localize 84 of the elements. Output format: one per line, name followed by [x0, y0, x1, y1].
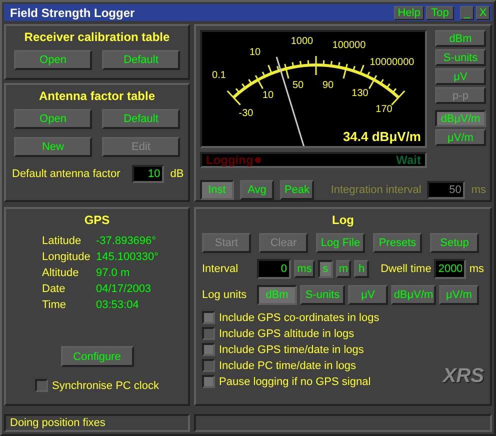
- window-title: Field Strength Logger: [10, 6, 136, 20]
- panel-button[interactable]: Default: [102, 109, 180, 129]
- minimize-button[interactable]: _: [460, 6, 474, 20]
- status-bar-cell: Doing position fixes: [4, 414, 190, 432]
- titlebar-button[interactable]: Top: [426, 6, 454, 20]
- dwell-field[interactable]: 2000: [434, 259, 466, 279]
- unit-button[interactable]: μV/m: [435, 129, 486, 146]
- panel-button[interactable]: Open: [14, 50, 92, 70]
- interval-unit-button[interactable]: ms: [294, 260, 315, 278]
- gps-value: 03:53:04: [96, 299, 140, 311]
- gps-value: 145.100330°: [96, 251, 159, 263]
- gps-value: 04/17/2003: [96, 283, 152, 295]
- checkbox-label: Include GPS co-ordinates in logs: [219, 312, 380, 324]
- gps-label: Longitude: [42, 251, 92, 263]
- scale-label: 10000000: [370, 57, 414, 68]
- checkbox[interactable]: [202, 327, 215, 340]
- close-button[interactable]: X: [476, 6, 490, 20]
- wait-indicator: Wait: [396, 153, 421, 167]
- panel-title: Receiver calibration table: [24, 30, 170, 44]
- log-button[interactable]: Setup: [430, 233, 479, 253]
- unit-button[interactable]: μV: [435, 68, 486, 85]
- panel-button[interactable]: Open: [14, 109, 92, 129]
- scale-label: 0.1: [212, 70, 226, 81]
- antenna-factor-field[interactable]: 10: [132, 165, 164, 183]
- panel-title: GPS: [84, 213, 110, 227]
- scale-label: -30: [238, 108, 254, 119]
- unit-label: dB: [170, 168, 184, 180]
- scale-label: 90: [322, 80, 334, 91]
- scale-label: 1000: [290, 36, 314, 47]
- field-label: Integration interval: [330, 184, 422, 196]
- mode-button[interactable]: Inst: [200, 180, 234, 200]
- brand-logo: XRS: [442, 365, 484, 388]
- gps-label: Date: [42, 283, 66, 295]
- gps-label: Latitude: [42, 235, 82, 247]
- unit-label: ms: [469, 263, 484, 275]
- titlebar-button[interactable]: Help: [394, 6, 424, 20]
- scale-label: 10: [249, 47, 261, 58]
- scale-label: 10: [262, 90, 274, 101]
- logging-indicator: Logging: [206, 153, 262, 167]
- checkbox[interactable]: [202, 359, 215, 372]
- field-label: Interval: [202, 263, 240, 275]
- panel-button[interactable]: Default: [102, 50, 180, 70]
- field-label: Default antenna factor: [12, 168, 120, 180]
- scale-label: 100000: [332, 40, 366, 51]
- mode-button[interactable]: Peak: [280, 180, 314, 200]
- log-unit-button[interactable]: dBm: [257, 285, 297, 305]
- unit-button[interactable]: dBm: [435, 30, 486, 47]
- field-label: Log units: [202, 289, 248, 301]
- unit-label: ms: [471, 184, 486, 196]
- checkbox-label: Synchronise PC clock: [52, 380, 159, 392]
- panel-title: Antenna factor table: [38, 89, 155, 103]
- checkbox[interactable]: [202, 343, 215, 356]
- checkbox[interactable]: [202, 375, 215, 388]
- gps-value: -37.893696°: [96, 235, 158, 247]
- scale-label: 50: [292, 80, 304, 91]
- checkbox-label: Include GPS time/date in logs: [219, 344, 364, 356]
- unit-button[interactable]: dBμV/m: [435, 110, 486, 127]
- meter-reading: 34.4 dBμV/m: [342, 129, 421, 144]
- configure-button[interactable]: Configure: [60, 346, 134, 367]
- interval-unit-button[interactable]: h: [354, 260, 369, 278]
- log-unit-button[interactable]: μV: [348, 285, 388, 305]
- gps-label: Altitude: [42, 267, 80, 279]
- gps-value: 97.0 m: [96, 267, 131, 279]
- log-unit-button[interactable]: S-units: [300, 285, 345, 305]
- log-button[interactable]: Log File: [316, 233, 365, 253]
- interval-unit-button[interactable]: m: [336, 260, 351, 278]
- gps-label: Time: [42, 299, 68, 311]
- scale-label: 130: [352, 88, 368, 99]
- panel-button[interactable]: New: [14, 137, 92, 157]
- panel-title: Log: [332, 213, 354, 227]
- scale-label: 170: [376, 104, 392, 115]
- log-unit-button[interactable]: dBμV/m: [391, 285, 436, 305]
- checkbox[interactable]: [202, 311, 215, 324]
- log-unit-button[interactable]: μV/m: [439, 285, 479, 305]
- mode-button[interactable]: Avg: [240, 180, 274, 200]
- field-label: Dwell time: [380, 263, 432, 275]
- checkbox-label: Pause logging if no GPS signal: [219, 376, 371, 388]
- log-button[interactable]: Presets: [373, 233, 422, 253]
- interval-unit-button[interactable]: s: [318, 260, 333, 278]
- interval-field[interactable]: 0: [257, 259, 291, 279]
- checkbox[interactable]: [35, 379, 48, 392]
- checkbox-label: Include PC time/date in logs: [219, 360, 356, 372]
- unit-button[interactable]: S-units: [435, 49, 486, 66]
- checkbox-label: Include GPS altitude in logs: [219, 328, 354, 340]
